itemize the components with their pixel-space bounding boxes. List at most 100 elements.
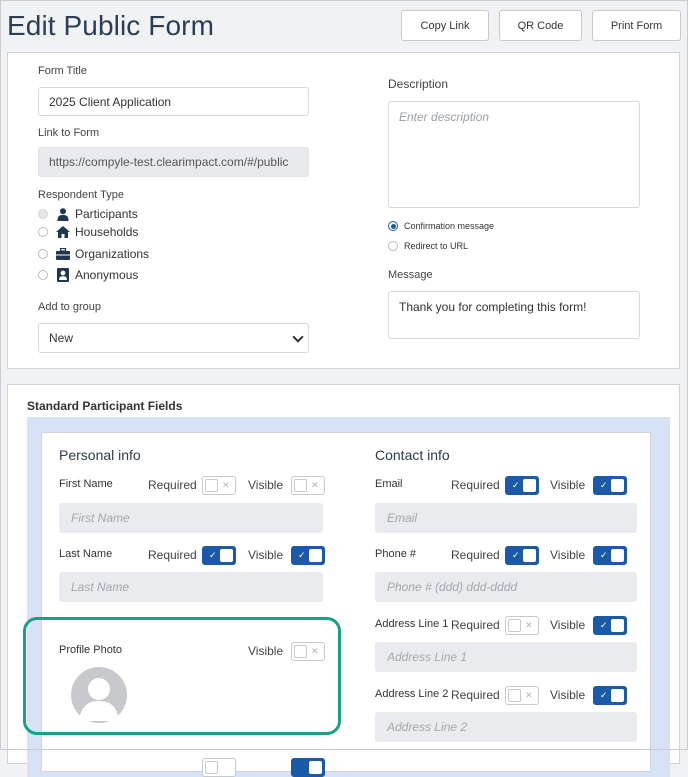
check-icon: ✓	[512, 480, 520, 490]
address-2-required-toggle[interactable]: ✕	[505, 686, 539, 705]
respondent-organizations[interactable]: Organizations	[38, 247, 149, 261]
email-visible-toggle[interactable]: ✓	[593, 476, 627, 495]
phone-required-toggle[interactable]: ✓	[505, 546, 539, 565]
fields-inner-card: Personal info First Name Required ✕ Visi…	[23, 432, 651, 777]
check-icon: ✓	[600, 620, 608, 630]
field-name-address-line-1: Address Line 1	[375, 618, 449, 630]
visible-label: Visible	[550, 618, 586, 632]
last-name-required-toggle[interactable]: ✓	[202, 546, 236, 565]
respondent-label: Households	[75, 225, 139, 239]
visible-label: Visible	[550, 548, 586, 562]
toggle-knob	[294, 479, 307, 492]
first-name-input[interactable]	[59, 503, 323, 533]
address-1-required-toggle[interactable]: ✕	[505, 616, 539, 635]
respondent-participants[interactable]: Participants	[38, 207, 138, 221]
toggle-knob	[508, 689, 521, 702]
first-name-visible-toggle[interactable]: ✕	[291, 476, 325, 495]
toggle-knob	[611, 549, 624, 562]
field-name-phone: Phone #	[375, 548, 416, 560]
profile-photo-visible-toggle[interactable]: ✕	[291, 642, 325, 661]
radio-anonymous[interactable]	[38, 270, 48, 280]
copy-link-button[interactable]: Copy Link	[401, 10, 489, 41]
radio-participants[interactable]	[38, 209, 48, 219]
next-visible-toggle[interactable]	[291, 758, 325, 777]
radio-households[interactable]	[38, 227, 48, 237]
x-icon: ✕	[222, 480, 230, 490]
message-label: Message	[388, 269, 433, 281]
toggle-knob	[611, 479, 624, 492]
add-to-group-label: Add to group	[38, 301, 101, 313]
respondent-type-label: Respondent Type	[38, 189, 125, 201]
toggle-knob	[294, 645, 307, 658]
respondent-label: Organizations	[75, 247, 150, 261]
toggle-knob	[523, 549, 536, 562]
standard-fields-card: Standard Participant Fields Personal inf…	[7, 384, 680, 777]
visible-label: Visible	[248, 478, 284, 492]
required-label: Required	[451, 688, 500, 702]
link-to-form-label: Link to Form	[38, 127, 100, 139]
respondent-households[interactable]: Households	[38, 225, 138, 239]
required-label: Required	[148, 478, 197, 492]
field-name-last-name: Last Name	[59, 548, 113, 560]
radio-redirect-to-url[interactable]	[388, 241, 398, 251]
phone-input[interactable]	[375, 572, 637, 602]
respondent-anonymous[interactable]: Anonymous	[38, 268, 138, 282]
required-label: Required	[451, 548, 500, 562]
visible-label: Visible	[550, 478, 586, 492]
next-required-toggle[interactable]	[202, 758, 236, 777]
briefcase-icon	[56, 247, 70, 261]
print-form-button[interactable]: Print Form	[592, 10, 681, 41]
contact-info-title: Contact info	[375, 447, 450, 463]
toggle-knob	[523, 479, 536, 492]
respondent-label: Participants	[75, 207, 138, 221]
option-confirmation-message[interactable]: Confirmation message	[388, 221, 494, 231]
address-line-2-input[interactable]	[375, 712, 637, 742]
email-required-toggle[interactable]: ✓	[505, 476, 539, 495]
option-label: Redirect to URL	[404, 241, 469, 251]
check-icon: ✓	[600, 480, 608, 490]
first-name-required-toggle[interactable]: ✕	[202, 476, 236, 495]
personal-info-title: Personal info	[59, 447, 141, 463]
home-icon	[56, 225, 70, 239]
form-title-label: Form Title	[38, 65, 87, 77]
toggle-knob	[611, 689, 624, 702]
address-1-visible-toggle[interactable]: ✓	[593, 616, 627, 635]
required-label: Required	[451, 478, 500, 492]
profile-photo-highlight	[23, 617, 341, 735]
toggle-knob	[309, 549, 322, 562]
visible-label: Visible	[248, 644, 284, 658]
field-name-email: Email	[375, 478, 403, 490]
form-title-input[interactable]	[38, 87, 309, 116]
group-select[interactable]: New	[38, 323, 309, 353]
last-name-visible-toggle[interactable]: ✓	[291, 546, 325, 565]
x-icon: ✕	[311, 646, 319, 656]
qr-code-button[interactable]: QR Code	[499, 10, 582, 41]
field-name-profile-photo: Profile Photo	[59, 644, 122, 656]
field-name-address-line-2: Address Line 2	[375, 688, 449, 700]
x-icon: ✕	[525, 690, 533, 700]
check-icon: ✓	[512, 550, 520, 560]
option-redirect-to-url[interactable]: Redirect to URL	[388, 241, 468, 251]
toggle-knob	[205, 761, 218, 774]
toggle-knob	[220, 549, 233, 562]
field-name-first-name: First Name	[59, 478, 113, 490]
check-icon: ✓	[298, 550, 306, 560]
email-input[interactable]	[375, 503, 637, 533]
form-link-input[interactable]	[38, 147, 309, 177]
address-line-1-input[interactable]	[375, 642, 637, 672]
description-textarea[interactable]	[388, 101, 640, 208]
avatar-placeholder-icon	[71, 667, 127, 723]
x-icon: ✕	[525, 620, 533, 630]
user-icon	[56, 207, 70, 221]
phone-visible-toggle[interactable]: ✓	[593, 546, 627, 565]
section-title: Standard Participant Fields	[27, 399, 183, 413]
message-textarea[interactable]	[388, 291, 640, 339]
option-label: Confirmation message	[404, 221, 495, 231]
toggle-knob	[205, 479, 218, 492]
radio-confirmation-message[interactable]	[388, 221, 398, 231]
radio-organizations[interactable]	[38, 249, 48, 259]
address-2-visible-toggle[interactable]: ✓	[593, 686, 627, 705]
page-title: Edit Public Form	[7, 10, 214, 41]
last-name-input[interactable]	[59, 572, 323, 602]
check-icon: ✓	[209, 550, 217, 560]
